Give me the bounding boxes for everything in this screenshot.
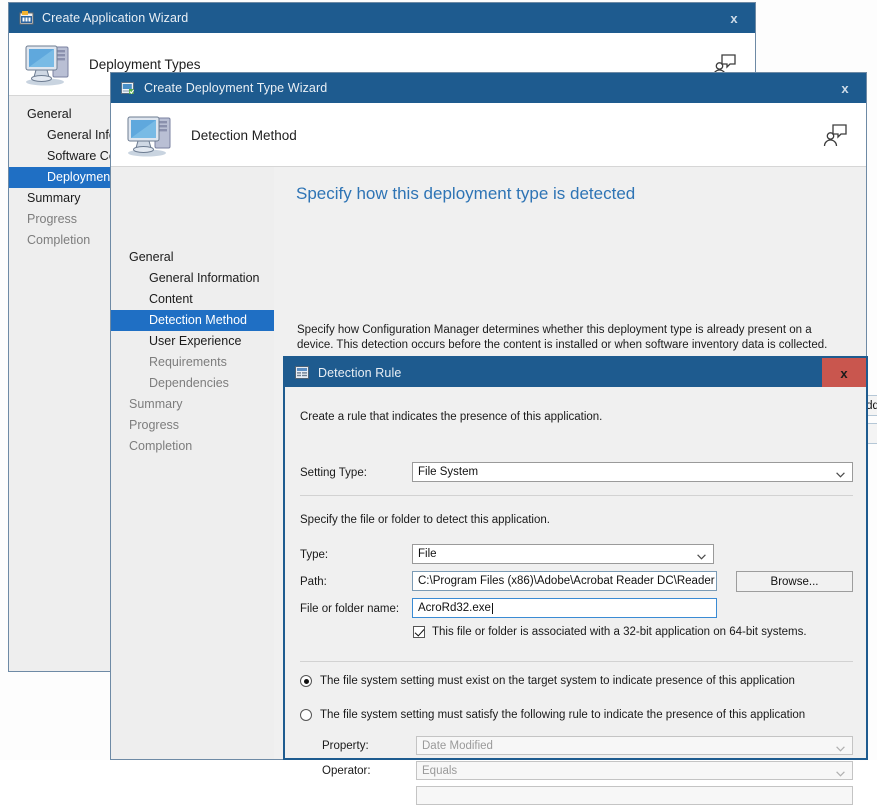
computer-icon [125, 110, 177, 161]
bit32-checkbox[interactable] [413, 626, 425, 638]
type-value: File [418, 548, 437, 560]
type-label: Type: [300, 549, 329, 561]
sidebar-item-label: Content [149, 292, 193, 306]
sidebar-item-label: Dependencies [149, 376, 229, 390]
app-wizard-banner-title: Deployment Types [89, 57, 201, 72]
file-or-folder-name-input[interactable]: AcroRd32.exe [412, 598, 717, 618]
must-exist-radio[interactable] [300, 675, 312, 687]
chevron-down-icon [836, 743, 845, 752]
operator-select[interactable]: Equals [416, 761, 853, 780]
dt-wizard-banner-title: Detection Method [191, 127, 297, 143]
app-wizard-titlebar: Create Application Wizard x [9, 3, 755, 33]
value-select[interactable] [416, 786, 853, 805]
sidebar-item-user-experience[interactable]: User Experience [111, 331, 274, 352]
path-label: Path: [300, 576, 327, 588]
browse-button[interactable]: Browse... [736, 571, 853, 592]
sidebar-item-label: Requirements [149, 355, 227, 369]
must-exist-radio-row[interactable]: The file system setting must exist on th… [300, 675, 795, 687]
sidebar-item-label: Detection Method [149, 313, 247, 327]
operator-value: Equals [422, 764, 458, 777]
sidebar-item-label: Progress [27, 212, 78, 226]
sidebar-item-label: User Experience [149, 334, 242, 348]
setting-type-value: File System [418, 466, 479, 478]
app-wizard-title: Create Application Wizard [42, 11, 189, 25]
detection-rule-title: Detection Rule [318, 365, 402, 380]
sidebar-item-label: Completion [27, 233, 91, 247]
chevron-down-icon [697, 551, 706, 560]
chevron-down-icon [836, 768, 845, 777]
dt-wizard-nav: General General Information Content Dete… [111, 167, 274, 759]
file-or-folder-name-label: File or folder name: [300, 603, 400, 615]
type-select[interactable]: File [412, 544, 714, 564]
sidebar-item-detection-method[interactable]: Detection Method [111, 310, 274, 331]
detection-rule-dialog: Detection Rule x Create a rule that indi… [283, 356, 868, 805]
path-input[interactable]: C:\Program Files (x86)\Adobe\Acrobat Rea… [412, 571, 717, 591]
file-or-folder-name-value: AcroRd32.exe [418, 602, 491, 614]
sidebar-item-completion[interactable]: Completion [111, 436, 274, 457]
detection-rule-icon [295, 365, 310, 380]
computer-icon [23, 39, 75, 90]
text-cursor [491, 602, 493, 614]
sidebar-item-label: Summary [129, 397, 183, 411]
must-satisfy-radio-row[interactable]: The file system setting must satisfy the… [300, 709, 805, 721]
sidebar-item-summary[interactable]: Summary [111, 394, 274, 415]
app-wizard-icon [19, 11, 34, 25]
specify-file-text: Specify the file or folder to detect thi… [300, 514, 550, 526]
page-description: Specify how Configuration Manager determ… [297, 324, 828, 351]
sidebar-item-content[interactable]: Content [111, 289, 274, 310]
must-satisfy-label: The file system setting must satisfy the… [320, 709, 806, 721]
app-wizard-close-button[interactable]: x [713, 3, 755, 33]
sidebar-item-label: Summary [27, 191, 81, 205]
sidebar-item-requirements[interactable]: Requirements [111, 352, 274, 373]
operator-label: Operator: [322, 765, 371, 777]
person-feedback-icon[interactable] [822, 122, 848, 148]
sidebar-item-label: Progress [129, 418, 180, 432]
dt-wizard-titlebar: Create Deployment Type Wizard x [111, 73, 866, 103]
detection-rule-titlebar: Detection Rule x [285, 358, 866, 388]
must-exist-label: The file system setting must exist on th… [320, 675, 795, 687]
sidebar-item-label: Completion [129, 439, 193, 453]
sidebar-item-general[interactable]: General [111, 247, 274, 268]
page-title: Specify how this deployment type is dete… [296, 184, 636, 203]
path-value: C:\Program Files (x86)\Adobe\Acrobat Rea… [418, 575, 715, 587]
bit32-checkbox-row[interactable]: This file or folder is associated with a… [413, 626, 807, 638]
detection-rule-body: Create a rule that indicates the presenc… [285, 387, 866, 805]
dt-wizard-close-button[interactable]: x [824, 73, 866, 103]
bit32-checkbox-label: This file or folder is associated with a… [432, 626, 807, 638]
section-divider-top [300, 495, 853, 496]
detection-rule-close-button[interactable]: x [822, 358, 866, 388]
dt-wizard-banner: Detection Method [111, 103, 866, 167]
sidebar-item-progress[interactable]: Progress [111, 415, 274, 436]
chevron-down-icon [836, 469, 845, 478]
property-value: Date Modified [422, 739, 493, 752]
setting-type-select[interactable]: File System [412, 462, 853, 482]
property-select[interactable]: Date Modified [416, 736, 853, 755]
setting-type-label: Setting Type: [300, 467, 367, 479]
sidebar-item-dependencies[interactable]: Dependencies [111, 373, 274, 394]
sidebar-item-label: General [129, 250, 174, 264]
section-divider-bottom [300, 661, 853, 662]
deployment-wizard-icon [121, 81, 136, 95]
must-satisfy-radio[interactable] [300, 709, 312, 721]
sidebar-item-label: General Information [149, 271, 260, 285]
sidebar-item-general-information[interactable]: General Information [111, 268, 274, 289]
dt-wizard-title: Create Deployment Type Wizard [144, 81, 328, 95]
sidebar-item-label: General [27, 107, 72, 121]
property-label: Property: [322, 740, 369, 752]
detection-rule-intro: Create a rule that indicates the presenc… [300, 411, 603, 423]
